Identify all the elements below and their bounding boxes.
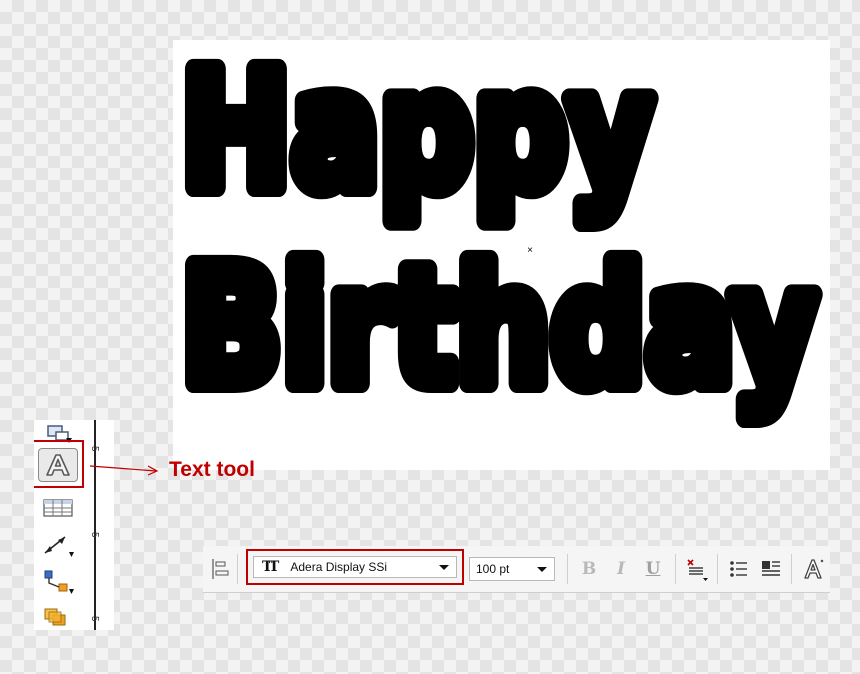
- headline-line-1[interactable]: Happy: [173, 40, 663, 236]
- italic-button[interactable]: I: [609, 556, 633, 582]
- italic-icon: I: [617, 559, 625, 579]
- bullet-list-icon: [730, 561, 747, 577]
- toolbar-separator: [791, 554, 792, 584]
- connector-tool-icon: [44, 570, 74, 594]
- table-tool-icon: [43, 499, 73, 517]
- toolbar-separator: [567, 554, 568, 584]
- chevron-down-icon[interactable]: [439, 564, 449, 570]
- text-tool-button[interactable]: [38, 448, 78, 482]
- drop-cap-icon: [762, 561, 780, 576]
- table-tool[interactable]: [38, 494, 78, 522]
- drawing-canvas[interactable]: Happy Birthday ×: [173, 40, 830, 470]
- bold-button[interactable]: B: [577, 556, 601, 582]
- font-size-value: 100 pt: [476, 562, 510, 576]
- character-formatting-button[interactable]: [799, 556, 827, 582]
- chevron-down-icon[interactable]: [537, 566, 547, 572]
- blend-tool-icon: [44, 608, 66, 626]
- blend-tool[interactable]: [38, 604, 78, 630]
- font-family-value: Adera Display SSi: [290, 560, 388, 574]
- toolbar-separator: [675, 554, 676, 584]
- toolbar-separator: [237, 554, 238, 584]
- font-size-dropdown[interactable]: 100 pt: [469, 557, 555, 581]
- callout-arrow: [90, 465, 159, 476]
- underline-button[interactable]: U: [641, 556, 665, 582]
- text-tool-callout-label: Text tool: [169, 458, 255, 481]
- drop-cap-button[interactable]: [757, 556, 785, 582]
- font-list-dropdown[interactable]: TT Adera Display SSi: [253, 556, 457, 578]
- artistic-text-object[interactable]: Happy Birthday: [173, 40, 830, 470]
- dimension-tool-icon: [44, 536, 74, 557]
- text-tool-icon: [46, 454, 70, 476]
- ruler-tick-label: 5: [89, 616, 100, 622]
- connector-tool[interactable]: [38, 568, 78, 596]
- bold-icon: B: [581, 559, 597, 579]
- object-position-button[interactable]: [207, 556, 233, 582]
- font-list-highlight: TT Adera Display SSi: [246, 549, 464, 585]
- object-center-marker[interactable]: ×: [526, 246, 534, 256]
- property-bar: TT Adera Display SSi 100 pt B I U: [203, 546, 830, 593]
- headline-line-2[interactable]: Birthday: [173, 224, 827, 432]
- truetype-font-icon: TT: [262, 559, 279, 575]
- toolbar-separator: [717, 554, 718, 584]
- ruler-tick-label: 5: [89, 446, 100, 452]
- alignment-icon: [687, 559, 708, 581]
- bullet-list-button[interactable]: [725, 556, 753, 582]
- vertical-ruler: 5 5 5: [89, 420, 114, 630]
- text-tool-highlight: [34, 440, 84, 488]
- text-position-icon: [212, 559, 229, 579]
- dimension-tool[interactable]: [38, 532, 78, 560]
- character-formatting-icon: [804, 559, 824, 579]
- toolbox: 5 5 5: [34, 420, 114, 630]
- ruler-tick-label: 5: [89, 532, 100, 538]
- underline-icon: U: [645, 559, 661, 579]
- horizontal-alignment-button[interactable]: [683, 556, 711, 582]
